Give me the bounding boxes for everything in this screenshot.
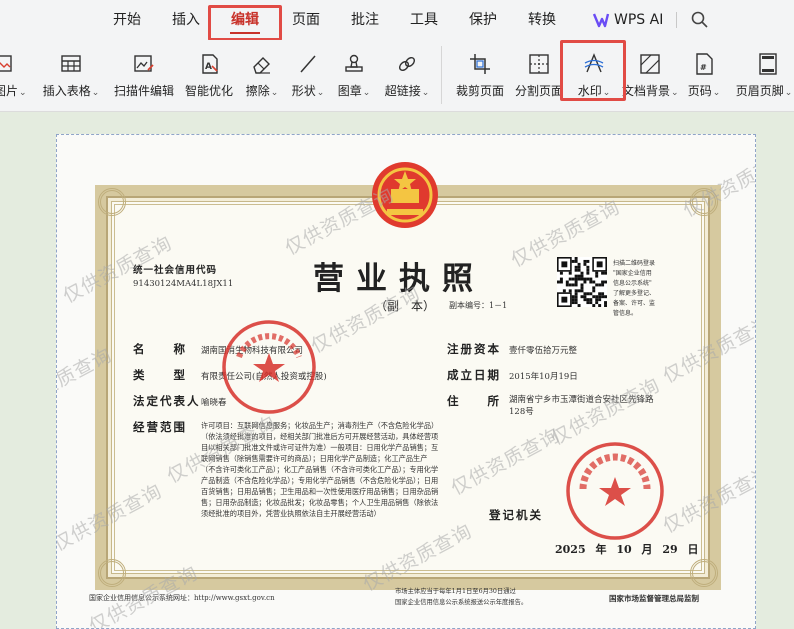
scan-edit-icon — [134, 55, 154, 72]
registrar-seal — [566, 442, 664, 540]
erase-label: 擦除 — [245, 84, 270, 98]
page-number-button[interactable]: # 页码⌄ — [684, 48, 724, 104]
frame-ornament — [98, 559, 126, 587]
license-subtitle: （副 本） — [375, 299, 436, 313]
reg-year-unit: 年 — [595, 543, 607, 556]
menu-edit[interactable]: 编辑 — [222, 0, 268, 40]
field-address-label: 住 所 — [447, 394, 501, 408]
doc-background-label: 文档背景 — [622, 84, 671, 98]
menu-insert[interactable]: 插入 — [163, 0, 209, 40]
hyperlink-label: 超链接 — [384, 84, 421, 98]
wps-ai-button[interactable]: WPS AI — [592, 0, 663, 40]
line-shape-icon — [300, 55, 316, 73]
menu-page[interactable]: 页面 — [283, 0, 329, 40]
field-scope-value: 许可项目：互联网信息服务；化妆品生产；消毒剂生产（不含危险化学品）（依法须经批准… — [201, 421, 439, 518]
field-capital-value: 壹仟零伍拾万元整 — [509, 346, 578, 356]
company-seal — [222, 320, 316, 414]
qr-note: 扫描二维码登录 "国家企业信用 信息公示系统" 了解更多登记、 备案、许可、监 … — [613, 260, 656, 317]
insert-image-label: 图片 — [0, 84, 19, 98]
wps-ai-label: WPS AI — [614, 12, 664, 28]
svg-text:A: A — [205, 62, 212, 72]
shape-button[interactable]: 形状⌄ — [288, 48, 328, 104]
ribbon-toolbar: 图片⌄ 插入表格⌄ 扫描件编辑 A 智能优化 擦除⌄ 形状⌄ 图章⌄ 超链接⌄ … — [0, 40, 794, 112]
credit-code-label: 统一社会信用代码 — [133, 265, 218, 276]
credit-code-value: 91430124MA4L18JX11 — [133, 279, 234, 289]
doc-background-icon — [640, 54, 660, 74]
reg-month-unit: 月 — [641, 543, 653, 556]
menu-protect[interactable]: 保护 — [460, 0, 506, 40]
crop-page-button[interactable]: 裁剪页面 — [452, 48, 508, 104]
hyperlink-button[interactable]: 超链接⌄ — [380, 48, 434, 104]
qr-code — [557, 257, 607, 307]
menu-annotate[interactable]: 批注 — [342, 0, 388, 40]
crop-icon — [470, 54, 490, 74]
menu-bar: 开始 插入 编辑 页面 批注 工具 保护 转换 WPS AI — [0, 0, 794, 41]
field-capital-label: 注册资本 — [447, 342, 501, 356]
crop-page-label: 裁剪页面 — [455, 84, 504, 98]
document-area: 营业执照 （副 本） 副本编号：1－1 统一社会信用代码 91430124MA4… — [0, 112, 794, 629]
erase-button[interactable]: 擦除⌄ — [242, 48, 282, 104]
split-page-icon — [529, 54, 549, 74]
insert-table-button[interactable]: 插入表格⌄ — [40, 48, 102, 104]
split-page-label: 分割页面 — [514, 84, 563, 98]
field-scope-label: 经营范围 — [133, 420, 187, 434]
doc-background-button[interactable]: 文档背景⌄ — [622, 48, 679, 104]
registrar-label: 登记机关 — [489, 508, 543, 522]
smart-optimize-label: 智能优化 — [184, 84, 233, 98]
reg-month: 10 — [616, 543, 632, 556]
watermark-icon — [584, 53, 604, 73]
link-icon — [398, 56, 416, 72]
image-icon — [0, 55, 12, 72]
footer-website: 国家企业信用信息公示系统网址：http://www.gsxt.gov.cn — [89, 594, 275, 602]
copy-number: 副本编号：1－1 — [449, 301, 508, 310]
split-page-button[interactable]: 分割页面 — [512, 48, 566, 104]
header-footer-icon — [759, 53, 777, 75]
field-legal-label: 法定代表人 — [133, 394, 201, 408]
registration-date: 2025 年 10 月 29 日 — [555, 541, 698, 557]
watermark-button[interactable]: 水印⌄ — [568, 48, 620, 104]
scan-edit-button[interactable]: 扫描件编辑 — [110, 48, 178, 104]
svg-text:#: # — [700, 63, 707, 72]
scan-edit-label: 扫描件编辑 — [113, 84, 174, 98]
shape-label: 形状 — [291, 84, 316, 98]
document-page: 营业执照 （副 本） 副本编号：1－1 统一社会信用代码 91430124MA4… — [56, 134, 756, 629]
reg-day: 29 — [662, 543, 678, 556]
watermark-label: 水印 — [577, 84, 602, 98]
stamp-button[interactable]: 图章⌄ — [334, 48, 374, 104]
menu-start[interactable]: 开始 — [104, 0, 150, 40]
reg-day-unit: 日 — [687, 543, 699, 556]
header-footer-button[interactable]: 页眉页脚⌄ — [734, 48, 794, 104]
stamp-icon — [345, 54, 363, 72]
menu-separator — [676, 12, 677, 28]
footer-supervisor: 国家市场监督管理总局监制 — [609, 594, 699, 603]
page-number-icon: # — [696, 53, 713, 75]
insert-table-label: 插入表格 — [42, 84, 91, 98]
wps-ai-icon — [592, 13, 610, 28]
toolbar-separator — [441, 46, 442, 104]
reg-year: 2025 — [555, 543, 586, 556]
footer-notice-1: 市场主体应当于每年1月1日至6月30日通过 — [395, 588, 516, 595]
smart-optimize-button[interactable]: A 智能优化 — [182, 48, 236, 104]
field-date-value: 2015年10月19日 — [509, 372, 578, 382]
menu-tools[interactable]: 工具 — [401, 0, 447, 40]
menu-convert[interactable]: 转换 — [519, 0, 565, 40]
stamp-label: 图章 — [337, 84, 362, 98]
header-footer-label: 页眉页脚 — [735, 84, 784, 98]
smart-optimize-icon: A — [202, 54, 218, 74]
national-emblem — [372, 162, 438, 228]
page-number-label: 页码 — [687, 84, 712, 98]
table-icon — [61, 55, 81, 72]
insert-image-button[interactable]: 图片⌄ — [0, 48, 27, 104]
search-icon[interactable] — [690, 10, 710, 30]
frame-ornament — [690, 559, 718, 587]
field-name-label: 名 称 — [133, 342, 187, 356]
eraser-icon — [253, 57, 270, 74]
footer-notice-2: 国家企业信用信息公示系统报送公示年度报告。 — [395, 599, 528, 606]
field-type-label: 类 型 — [133, 368, 187, 382]
frame-ornament — [690, 188, 718, 216]
license-title: 营业执照 — [313, 261, 485, 297]
field-address-value: 湖南省宁乡市玉潭街道合安社区先锋路128号 — [509, 395, 654, 417]
field-date-label: 成立日期 — [447, 368, 501, 382]
frame-ornament — [98, 188, 126, 216]
